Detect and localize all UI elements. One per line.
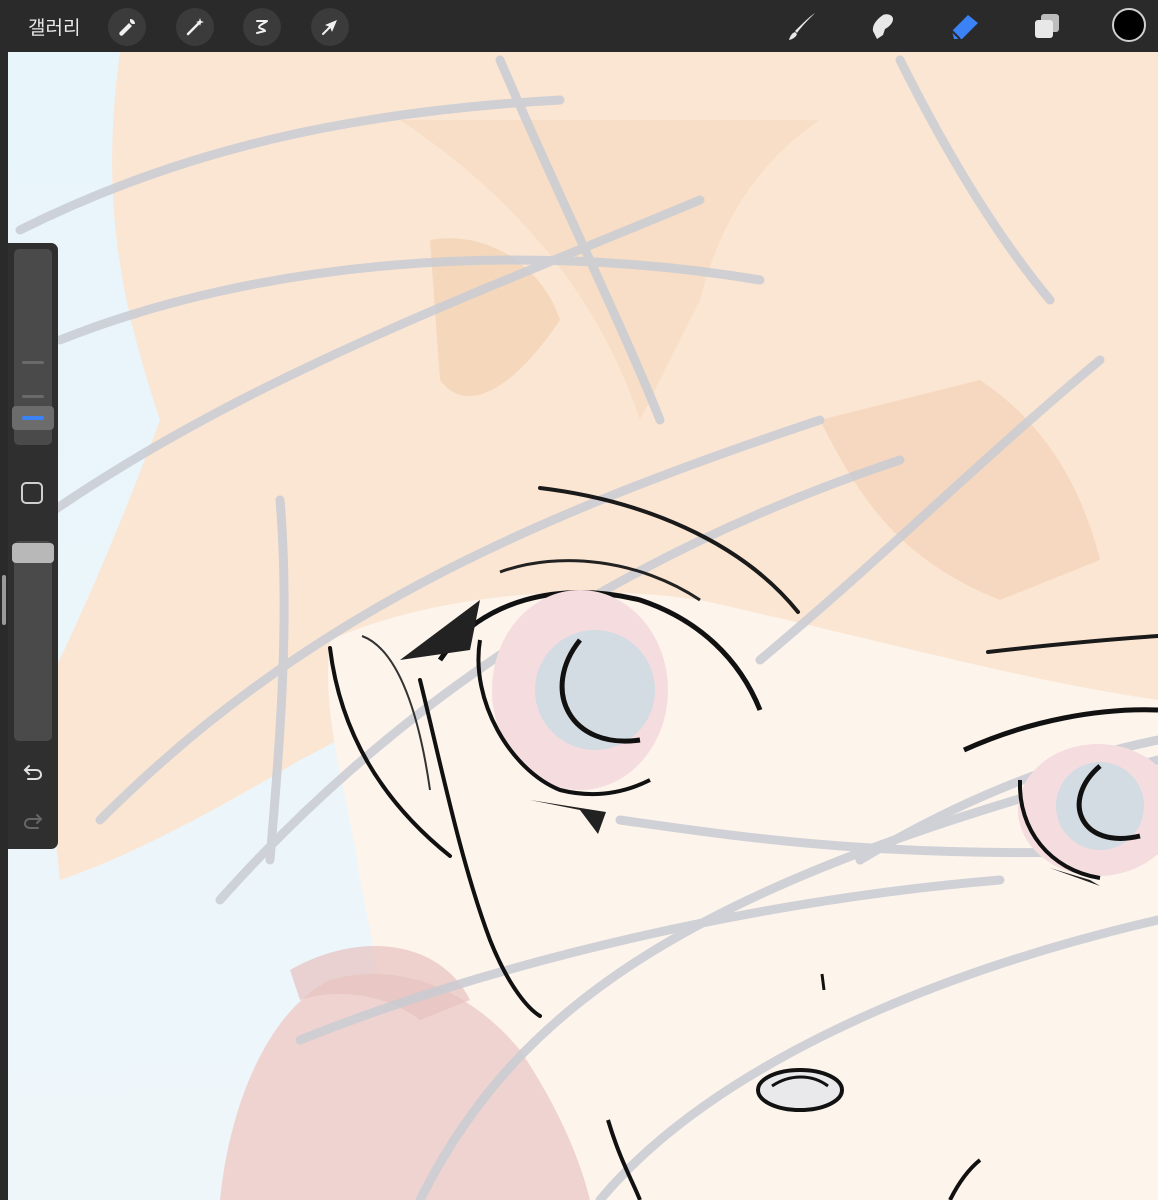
size-slider-notch — [22, 395, 44, 398]
undo-button[interactable] — [19, 757, 47, 785]
left-sidebar — [8, 243, 58, 849]
top-toolbar: 갤러리 — [0, 0, 1158, 52]
size-thumb-indicator — [22, 416, 44, 420]
magic-wand-icon — [186, 18, 204, 36]
brush-icon — [789, 13, 815, 40]
layers-icon — [1035, 14, 1059, 38]
adjustments-button[interactable] — [176, 8, 214, 46]
brush-size-thumb[interactable] — [12, 406, 54, 430]
smudge-finger-icon — [872, 14, 893, 40]
actions-button[interactable] — [108, 8, 146, 46]
undo-icon — [23, 765, 43, 780]
modify-button[interactable] — [21, 482, 43, 504]
sidebar-position-handle[interactable] — [2, 575, 6, 625]
redo-button[interactable] — [19, 806, 47, 834]
wrench-icon — [119, 19, 135, 36]
redo-icon — [23, 814, 43, 829]
eraser-icon — [951, 15, 978, 40]
artwork — [8, 52, 1158, 1200]
brush-button[interactable] — [782, 6, 822, 46]
selection-button[interactable] — [243, 8, 281, 46]
gallery-button[interactable]: 갤러리 — [28, 13, 80, 40]
transform-button[interactable] — [311, 8, 349, 46]
opacity-slider[interactable] — [12, 541, 54, 741]
size-slider-notch — [22, 361, 44, 364]
smudge-button[interactable] — [862, 6, 902, 46]
opacity-thumb[interactable] — [12, 543, 54, 563]
drawing-canvas[interactable] — [8, 52, 1158, 1200]
left-edge — [0, 52, 8, 1200]
arrow-cursor-icon — [322, 20, 337, 35]
brush-size-slider[interactable] — [12, 249, 54, 445]
eraser-button[interactable] — [944, 6, 984, 46]
selection-s-icon — [256, 20, 268, 34]
layers-button[interactable] — [1027, 6, 1067, 46]
color-picker-button[interactable] — [1112, 8, 1146, 42]
